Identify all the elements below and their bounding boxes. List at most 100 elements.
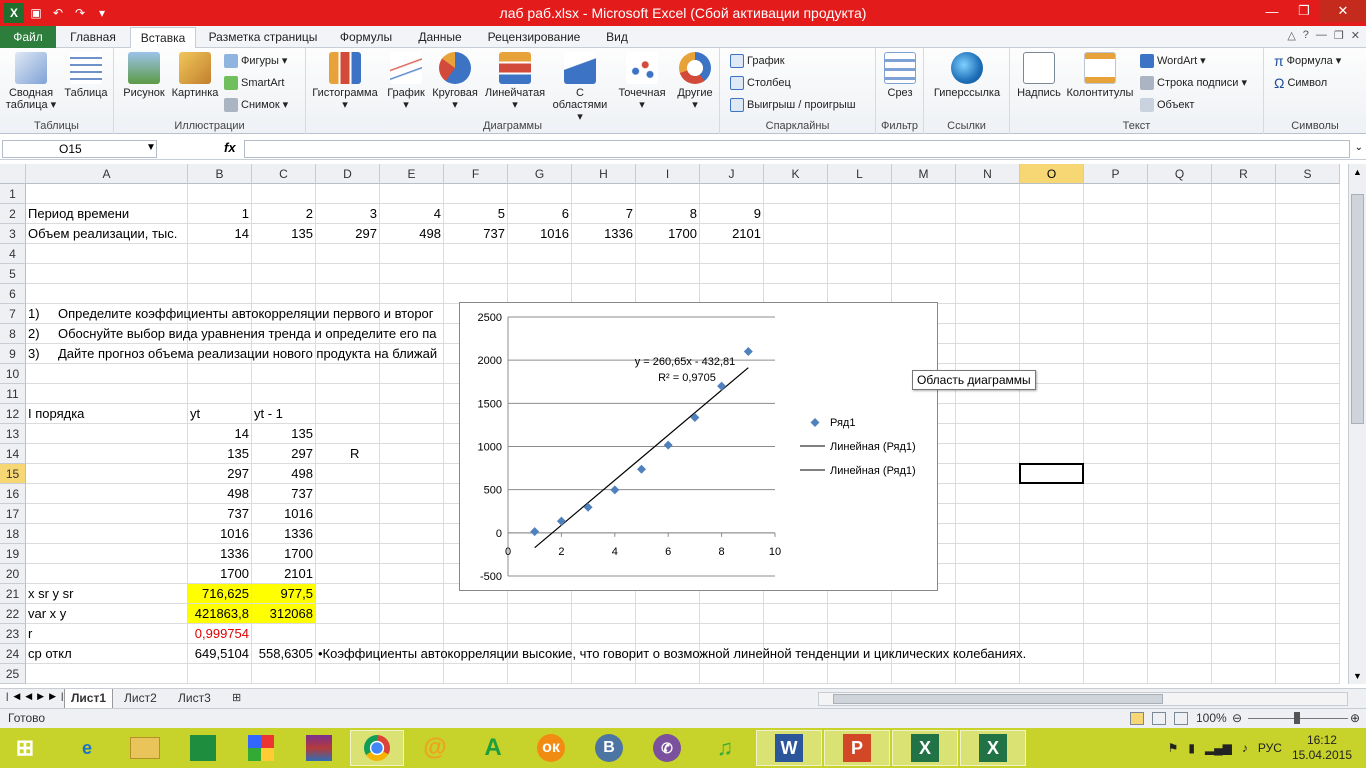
header-footer-button[interactable]: Колонтитулы — [1064, 52, 1136, 99]
row-header[interactable]: 25 — [0, 664, 26, 684]
tab-page-layout[interactable]: Разметка страницы — [200, 27, 326, 48]
column-header[interactable]: R — [1212, 164, 1276, 184]
name-box-dropdown-icon[interactable]: ▼ — [146, 142, 156, 153]
row-header[interactable]: 14 — [0, 444, 26, 464]
textbox-button[interactable]: Надпись — [1014, 52, 1064, 99]
cell-yt[interactable]: 135 — [188, 444, 252, 464]
expand-formula-icon[interactable]: ⌄ — [1355, 142, 1363, 153]
cell-volume[interactable]: 2101 — [700, 224, 764, 244]
horizontal-scrollbar[interactable] — [818, 692, 1348, 706]
formula-input[interactable] — [244, 140, 1350, 158]
cell-label[interactable]: var x y — [28, 604, 66, 624]
row-header[interactable]: 10 — [0, 364, 26, 384]
cell-period[interactable]: 1 — [188, 204, 252, 224]
cell-task-text[interactable]: Определите коэффициенты автокорреляции п… — [58, 304, 434, 324]
column-header[interactable]: C — [252, 164, 316, 184]
sheet-tab-3[interactable]: Лист3 — [172, 689, 217, 708]
cell-y-sr[interactable]: 977,5 — [252, 584, 316, 604]
language-indicator[interactable]: РУС — [1258, 741, 1282, 755]
row-header[interactable]: 18 — [0, 524, 26, 544]
zoom-level[interactable]: 100% — [1196, 709, 1227, 728]
scatter-chart[interactable]: 2500 2000 1500 1000 500 0 -500 0 2 4 6 8 10 y = 260,6… — [460, 303, 939, 592]
letter-a-app-icon[interactable]: A — [466, 730, 520, 766]
cell-period[interactable]: 4 — [380, 204, 444, 224]
tab-insert[interactable]: Вставка — [130, 27, 196, 48]
cell-label[interactable]: x sr y sr — [28, 584, 74, 604]
other-charts-button[interactable]: Другие ▾ — [672, 52, 718, 111]
column-header[interactable]: G — [508, 164, 572, 184]
chrome-icon[interactable] — [350, 730, 404, 766]
row-header[interactable]: 23 — [0, 624, 26, 644]
cell-yt[interactable]: 297 — [188, 464, 252, 484]
cell-yt[interactable]: 1016 — [188, 524, 252, 544]
sheet-nav-icons[interactable]: |◀◀▶▶| — [6, 691, 68, 702]
column-header[interactable]: F — [444, 164, 508, 184]
help-icon[interactable]: ? — [1303, 29, 1309, 42]
shapes-button[interactable]: Фигуры ▾ — [224, 52, 287, 70]
h-scroll-thumb[interactable] — [833, 694, 1163, 704]
row-header[interactable]: 19 — [0, 544, 26, 564]
tab-file[interactable]: Файл — [0, 26, 56, 48]
hyperlink-button[interactable]: Гиперссылка — [928, 52, 1006, 99]
cell-volume[interactable]: 737 — [444, 224, 508, 244]
vkontakte-icon[interactable]: В — [582, 730, 636, 766]
column-chart-button[interactable]: Гистограмма ▾ — [308, 52, 382, 111]
column-header[interactable]: P — [1084, 164, 1148, 184]
odnoklassniki-icon[interactable]: ок — [524, 730, 578, 766]
cell-period[interactable]: 9 — [700, 204, 764, 224]
music-app-icon[interactable]: ♫ — [698, 730, 752, 766]
table-button[interactable]: Таблица — [62, 52, 110, 99]
column-header[interactable]: I — [636, 164, 700, 184]
row-header[interactable]: 6 — [0, 284, 26, 304]
cell-yt[interactable]: 498 — [188, 484, 252, 504]
vertical-scrollbar[interactable]: ▲ ▼ — [1348, 164, 1366, 684]
row-header[interactable]: 22 — [0, 604, 26, 624]
row-header[interactable]: 16 — [0, 484, 26, 504]
select-all-corner[interactable] — [0, 164, 26, 184]
doc-close-icon[interactable]: ✕ — [1351, 29, 1360, 42]
picture-button[interactable]: Рисунок — [118, 52, 170, 99]
cell-header[interactable]: yt - 1 — [254, 404, 283, 424]
column-header[interactable]: B — [188, 164, 252, 184]
file-explorer-icon[interactable] — [118, 730, 172, 766]
row-header[interactable]: 11 — [0, 384, 26, 404]
name-box[interactable]: O15 — [2, 140, 157, 158]
row-header[interactable]: 2 — [0, 204, 26, 224]
cell-header[interactable]: yt — [190, 404, 200, 424]
excel-taskbar-icon[interactable]: X — [892, 730, 958, 766]
row-header[interactable]: 21 — [0, 584, 26, 604]
cell-volume[interactable]: 1700 — [636, 224, 700, 244]
cell-label[interactable]: r — [28, 624, 32, 644]
winrar-icon[interactable] — [292, 730, 346, 766]
cell-r-label[interactable]: R — [350, 444, 359, 464]
cell-correlation[interactable]: 0,999754 — [188, 624, 252, 644]
internet-explorer-icon[interactable]: e — [60, 730, 114, 766]
cell-period[interactable]: 3 — [316, 204, 380, 224]
cell-yt-1[interactable]: 1336 — [252, 524, 316, 544]
row-header[interactable]: 1 — [0, 184, 26, 204]
tab-data[interactable]: Данные — [406, 27, 474, 48]
row-header[interactable]: 3 — [0, 224, 26, 244]
page-break-view-icon[interactable] — [1174, 712, 1188, 725]
sparkline-winloss-button[interactable]: Выигрыш / проигрыш — [730, 96, 856, 114]
insert-function-icon[interactable]: fx — [224, 140, 236, 155]
equation-button[interactable]: π Формула ▾ — [1274, 52, 1341, 70]
cell-var-y[interactable]: 312068 — [252, 604, 316, 624]
normal-view-icon[interactable] — [1130, 712, 1144, 725]
cell-conclusion[interactable]: •Коэффициенты автокорреляции высокие, чт… — [318, 644, 1026, 664]
line-chart-button[interactable]: График ▾ — [384, 52, 428, 111]
column-header[interactable]: N — [956, 164, 1020, 184]
signature-line-button[interactable]: Строка подписи ▾ — [1140, 74, 1247, 92]
minimize-ribbon-icon[interactable]: △ — [1287, 29, 1295, 42]
tab-review[interactable]: Рецензирование — [478, 27, 590, 48]
row-header[interactable]: 8 — [0, 324, 26, 344]
cell-volume[interactable]: 135 — [252, 224, 316, 244]
sheet-tab-2[interactable]: Лист2 — [118, 689, 163, 708]
row-header[interactable]: 7 — [0, 304, 26, 324]
row-header[interactable]: 20 — [0, 564, 26, 584]
slicer-button[interactable]: Срез — [880, 52, 920, 99]
paint-icon[interactable] — [234, 730, 288, 766]
smartart-button[interactable]: SmartArt — [224, 74, 284, 92]
cell-volume[interactable]: 1016 — [508, 224, 572, 244]
column-header[interactable]: O — [1020, 164, 1084, 184]
